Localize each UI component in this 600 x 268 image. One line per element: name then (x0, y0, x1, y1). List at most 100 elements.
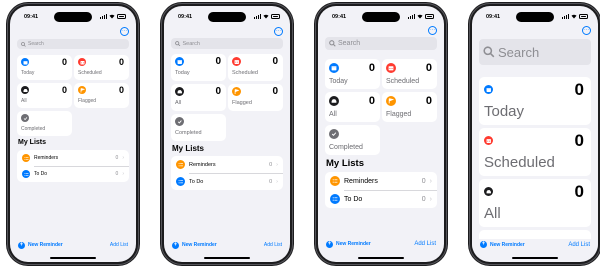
today-label: Today (329, 78, 348, 85)
more-options-icon[interactable]: ··· (120, 27, 129, 36)
scheduled-label: Scheduled (484, 154, 555, 171)
smart-list-scheduled[interactable]: 0 Scheduled (382, 59, 437, 89)
cellular-signal-icon (562, 14, 569, 19)
search-field[interactable]: Search (325, 37, 437, 50)
add-list-button[interactable]: Add List (264, 242, 282, 248)
my-lists-heading: My Lists (172, 144, 205, 153)
add-list-button[interactable]: Add List (568, 242, 590, 248)
status-time: 09:41 (178, 14, 193, 20)
smart-list-scheduled[interactable]: 0 Scheduled (228, 54, 283, 81)
calendar-grid-icon (78, 58, 86, 66)
list-count: 0 (421, 177, 426, 185)
all-label: All (21, 98, 27, 104)
calendar-icon (21, 58, 29, 66)
add-list-button[interactable]: Add List (110, 242, 128, 248)
add-list-button[interactable]: Add List (414, 241, 436, 247)
checkmark-icon (21, 114, 29, 122)
reminders-screen: 09:41 ··· Search 0 Today 0 Scheduled 0 A… (472, 6, 598, 262)
phone-frame: 09:41 ··· Search 0 Today 0 Scheduled 0 A… (314, 2, 448, 266)
list-item-to-do[interactable]: To Do 0 › (325, 190, 437, 208)
status-time: 09:41 (332, 14, 347, 20)
new-reminder-button[interactable]: + New Reminder (18, 241, 63, 249)
smart-list-flagged[interactable]: 0 Flagged (228, 84, 283, 111)
list-item-reminders[interactable]: Reminders 0 › (325, 172, 437, 190)
list-name: Reminders (344, 177, 378, 185)
scheduled-label: Scheduled (78, 70, 102, 76)
tray-icon (484, 187, 493, 196)
list-item-to-do[interactable]: To Do 0 › (17, 166, 129, 182)
battery-icon (579, 14, 588, 19)
flagged-count: 0 (425, 95, 432, 107)
wifi-icon (417, 14, 423, 19)
flagged-count: 0 (118, 85, 124, 95)
smart-list-flagged[interactable]: 0 Flagged (382, 92, 437, 122)
more-options-icon[interactable]: ··· (428, 26, 437, 35)
list-item-to-do[interactable]: To Do 0 › (171, 173, 283, 190)
smart-list-today[interactable]: 0 Today (17, 55, 72, 80)
list-name: To Do (34, 171, 48, 177)
flag-icon (386, 96, 396, 106)
today-count: 0 (574, 80, 584, 99)
list-item-reminders[interactable]: Reminders 0 › (17, 150, 129, 166)
dynamic-island (516, 12, 554, 22)
chevron-right-icon: › (276, 178, 278, 185)
more-options-icon[interactable]: ··· (582, 26, 591, 35)
completed-label: Completed (329, 144, 363, 151)
bottom-toolbar: + New Reminder Add List (10, 240, 136, 250)
smart-list-all[interactable]: 0 All (479, 179, 591, 227)
smart-list-completed[interactable]: Completed (171, 114, 226, 141)
scheduled-count: 0 (574, 131, 584, 150)
completed-label: Completed (21, 126, 46, 132)
smart-list-today[interactable]: 0 Today (171, 54, 226, 81)
smart-list-completed[interactable]: Completed (17, 111, 72, 136)
today-label: Today (21, 70, 35, 76)
list-bullet-icon (176, 160, 185, 169)
reminders-screen: 09:41 ··· Search 0 Today 0 Scheduled 0 A… (10, 6, 136, 262)
dynamic-island (362, 12, 400, 22)
all-label: All (329, 111, 337, 118)
search-field[interactable]: Search (17, 39, 129, 49)
status-icons (254, 14, 280, 19)
list-count: 0 (269, 161, 273, 168)
search-placeholder: Search (338, 40, 361, 47)
status-icons (562, 14, 588, 19)
smart-list-today[interactable]: 0 Today (325, 59, 380, 89)
all-count: 0 (215, 86, 221, 97)
today-label: Today (175, 70, 190, 76)
search-placeholder: Search (182, 40, 200, 47)
search-field[interactable]: Search (479, 39, 591, 65)
smart-list-all[interactable]: 0 All (171, 84, 226, 111)
scheduled-label: Scheduled (232, 70, 258, 76)
scheduled-count: 0 (425, 62, 432, 74)
today-count: 0 (61, 57, 67, 67)
tray-icon (175, 87, 184, 96)
smart-list-flagged[interactable]: 0 Flagged (74, 83, 129, 108)
smart-list-scheduled[interactable]: 0 Scheduled (479, 128, 591, 176)
new-reminder-button[interactable]: + New Reminder (172, 241, 217, 249)
list-name: To Do (344, 195, 363, 203)
new-reminder-button[interactable]: + New Reminder (480, 241, 525, 248)
smart-list-all[interactable]: 0 All (17, 83, 72, 108)
smart-list-completed[interactable]: Completed (325, 125, 380, 155)
smart-list-today[interactable]: 0 Today (479, 77, 591, 125)
tray-icon (329, 96, 339, 106)
new-reminder-label: New Reminder (182, 242, 217, 248)
flagged-label: Flagged (232, 100, 252, 106)
list-count: 0 (269, 178, 273, 185)
smart-list-all[interactable]: 0 All (325, 92, 380, 122)
list-bullet-icon (330, 194, 340, 204)
plus-circle-icon: + (18, 241, 25, 249)
my-lists-heading: My Lists (326, 158, 365, 169)
search-field[interactable]: Search (171, 38, 283, 49)
more-options-icon[interactable]: ··· (274, 27, 283, 36)
battery-icon (117, 14, 126, 19)
scheduled-label: Scheduled (386, 78, 420, 85)
list-item-reminders[interactable]: Reminders 0 › (171, 156, 283, 173)
today-count: 0 (215, 56, 221, 67)
smart-list-scheduled[interactable]: 0 Scheduled (74, 55, 129, 80)
new-reminder-button[interactable]: + New Reminder (326, 240, 371, 248)
cellular-signal-icon (408, 14, 415, 19)
scheduled-count: 0 (118, 57, 124, 67)
reminders-screen: 09:41 ··· Search 0 Today 0 Scheduled 0 A… (164, 6, 290, 262)
my-lists-heading: My Lists (18, 139, 47, 146)
